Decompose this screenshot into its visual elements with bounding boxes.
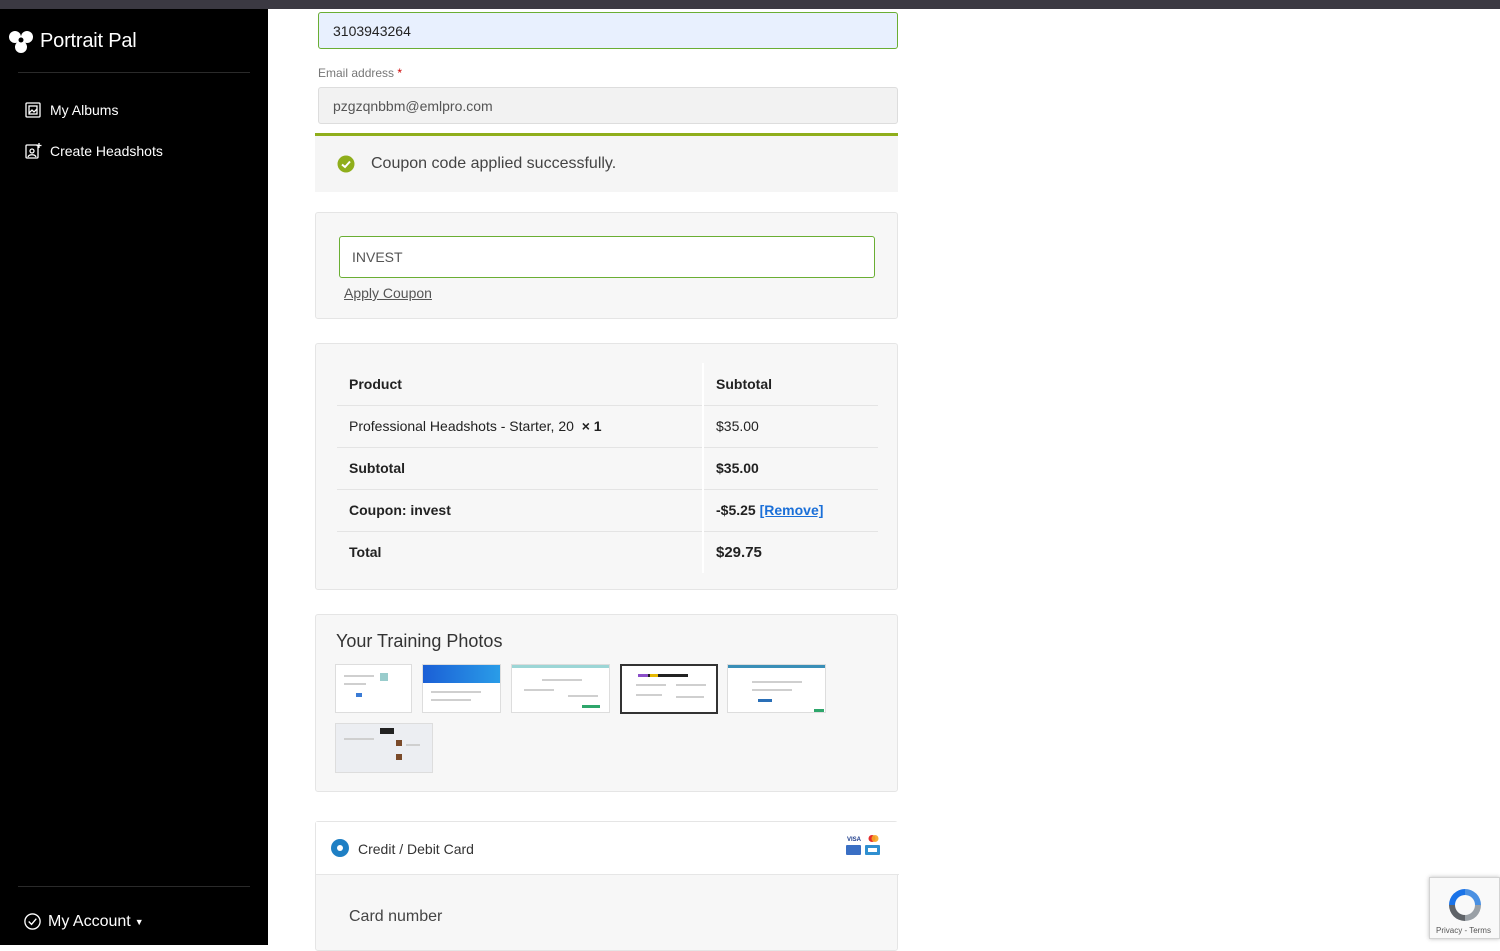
training-photos-title: Your Training Photos — [336, 631, 503, 651]
table-header-row: Product Subtotal — [337, 363, 878, 406]
apply-coupon-link[interactable]: Apply Coupon — [344, 285, 432, 301]
notice-message: Coupon code applied successfully. — [371, 155, 617, 172]
product-cell: Professional Headshots - Starter, 20 × 1 — [337, 405, 703, 448]
brand-name: Portrait Pal — [40, 29, 137, 52]
coupon-code-input[interactable]: INVEST — [339, 236, 875, 278]
phone-input[interactable]: 3103943264 — [318, 12, 898, 49]
svg-text:VISA: VISA — [847, 837, 862, 843]
success-check-icon — [337, 155, 355, 173]
training-photo-thumbnail[interactable] — [727, 664, 826, 713]
recaptcha-badge[interactable]: Privacy - Terms — [1429, 877, 1500, 939]
product-qty: × 1 — [581, 418, 602, 434]
coupon-label: Coupon: invest — [337, 489, 703, 532]
coupon-discount-value: -$5.25 — [716, 502, 756, 518]
coupon-discount-cell: -$5.25 [Remove] — [702, 489, 878, 532]
album-icon — [25, 102, 41, 118]
table-row: Total $29.75 — [337, 531, 878, 573]
account-check-icon — [24, 913, 41, 930]
sidebar: Portrait Pal My Albums Create Headshots … — [0, 9, 268, 945]
coupon-success-notice: Coupon code applied successfully. — [315, 133, 898, 192]
portrait-pal-logo-icon — [9, 31, 33, 53]
coupon-card: INVEST Apply Coupon — [315, 212, 898, 319]
product-price: $35.00 — [702, 405, 878, 448]
training-photos-card: Your Training Photos — [315, 614, 898, 792]
brand-logo[interactable]: Portrait Pal — [7, 27, 137, 55]
my-account-menu[interactable]: My Account ▼ — [23, 912, 144, 931]
product-name: Professional Headshots - Starter, 20 — [349, 418, 574, 434]
sidebar-item-label: My Albums — [50, 102, 119, 118]
my-account-label: My Account — [48, 912, 131, 930]
sidebar-item-create-headshots[interactable]: Create Headshots — [24, 142, 163, 160]
recaptcha-logo-icon — [1449, 889, 1481, 921]
sidebar-divider — [18, 886, 250, 887]
sidebar-item-label: Create Headshots — [50, 143, 163, 159]
email-label: Email address * — [318, 66, 403, 80]
sidebar-item-my-albums[interactable]: My Albums — [24, 101, 118, 119]
training-photo-thumbnail[interactable] — [511, 664, 610, 713]
browser-top-bar — [0, 0, 1500, 9]
card-brands-icon: VISA — [846, 835, 880, 855]
subtotal-header: Subtotal — [702, 363, 878, 406]
subtotal-label: Subtotal — [337, 447, 703, 490]
email-input[interactable]: pzgzqnbbm@emlpro.com — [318, 87, 898, 124]
training-photo-thumbnail[interactable] — [422, 664, 501, 713]
add-photo-icon — [25, 143, 42, 159]
recaptcha-text[interactable]: Privacy - Terms — [1436, 926, 1491, 935]
total-label: Total — [349, 544, 382, 561]
order-summary-card: Product Subtotal Professional Headshots … — [315, 343, 898, 590]
product-header: Product — [337, 363, 703, 406]
sidebar-divider — [18, 72, 250, 73]
payment-method-card: Credit / Debit Card VISA Card number — [315, 821, 899, 951]
payment-radio-selected[interactable] — [331, 839, 349, 857]
table-row: Coupon: invest -$5.25 [Remove] — [337, 489, 878, 532]
table-row: Subtotal $35.00 — [337, 447, 878, 490]
table-row: Professional Headshots - Starter, 20 × 1… — [337, 405, 878, 448]
training-photo-thumbnail[interactable] — [335, 664, 412, 713]
training-photo-thumbnail[interactable] — [335, 723, 433, 773]
training-photo-thumbnail[interactable] — [620, 664, 718, 714]
subtotal-value: $35.00 — [702, 447, 878, 490]
caret-down-icon: ▼ — [134, 916, 144, 927]
payment-method-label: Credit / Debit Card — [358, 841, 474, 857]
card-number-label: Card number — [349, 908, 443, 925]
total-value: $29.75 — [702, 531, 878, 573]
payment-method-option[interactable]: Credit / Debit Card VISA — [316, 822, 899, 875]
remove-coupon-link[interactable]: [Remove] — [760, 502, 824, 518]
order-summary-table: Product Subtotal Professional Headshots … — [337, 363, 878, 573]
